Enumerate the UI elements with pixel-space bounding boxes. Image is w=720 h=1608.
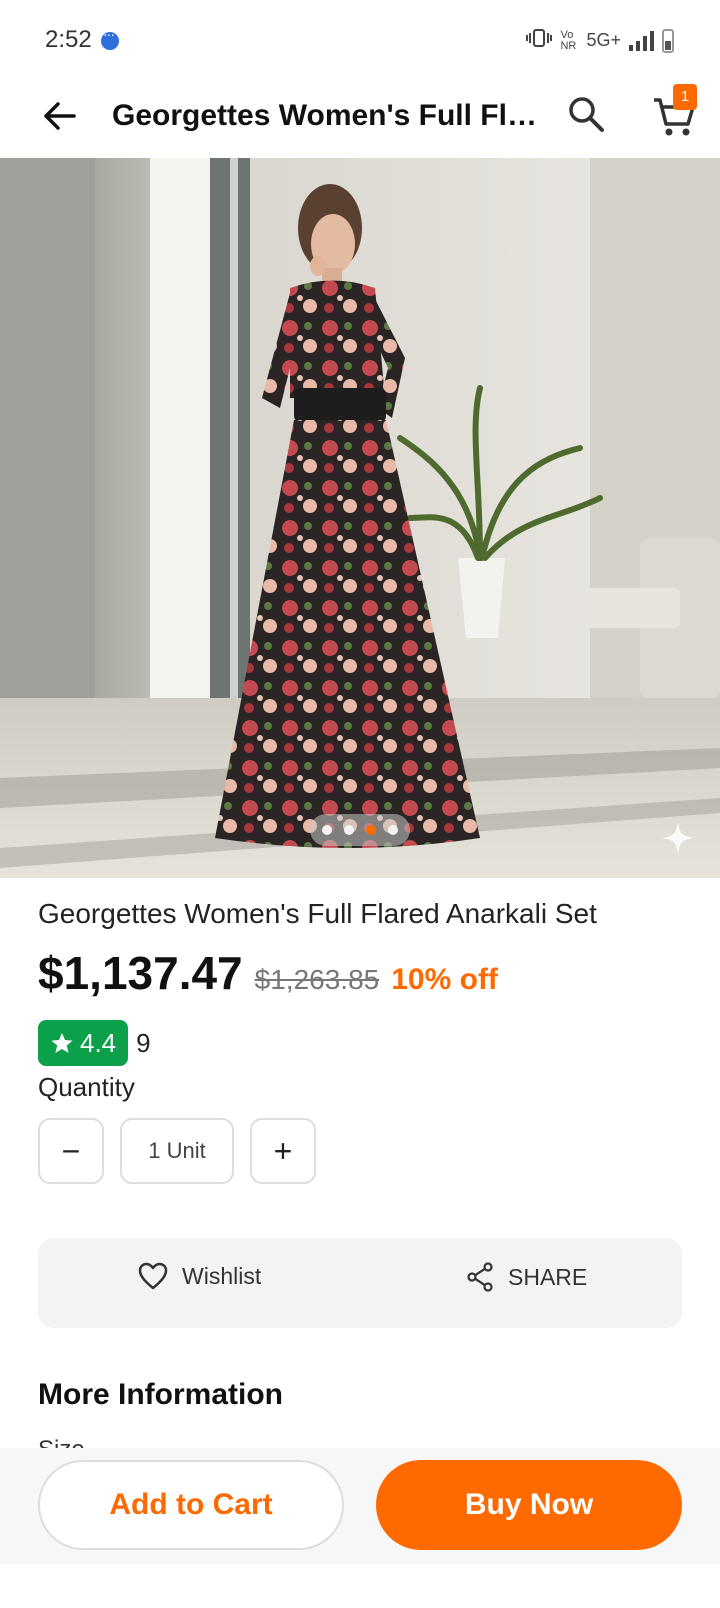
- battery-icon: [662, 28, 674, 53]
- share-label: SHARE: [508, 1263, 588, 1290]
- gallery-dot-active[interactable]: [366, 825, 376, 835]
- wishlist-button[interactable]: Wishlist: [138, 1262, 261, 1290]
- signal-icon: [629, 30, 654, 51]
- volte-label: Vo NR: [560, 28, 577, 52]
- gallery-dot[interactable]: [344, 825, 354, 835]
- vibrate-icon: [526, 28, 553, 53]
- wishlist-label: Wishlist: [182, 1262, 262, 1289]
- more-information-heading: More Information: [38, 1378, 283, 1411]
- bottom-action-bar: Add to Cart Buy Now: [0, 1448, 720, 1564]
- product-image[interactable]: [0, 158, 720, 878]
- messenger-notification-icon: [101, 26, 119, 50]
- size-label: Size: [38, 1436, 85, 1448]
- discount-label: 10% off: [391, 963, 498, 996]
- cart-count-badge: 1: [673, 84, 697, 110]
- gallery-dot[interactable]: [322, 825, 332, 835]
- wishlist-share-bar: Wishlist SHARE: [38, 1238, 682, 1328]
- sparkle-icon: [660, 820, 700, 860]
- product-title: Georgettes Women's Full Flared Anarkali …: [38, 898, 597, 929]
- network-label: 5G+: [586, 30, 621, 50]
- quantity-decrease-button[interactable]: −: [38, 1118, 104, 1184]
- arrow-left-icon: [44, 102, 76, 130]
- heart-icon: [138, 1262, 168, 1290]
- status-time: 2:52: [45, 26, 92, 53]
- add-to-cart-button[interactable]: Add to Cart: [38, 1460, 344, 1550]
- back-button[interactable]: [38, 94, 82, 138]
- rating-value: 4.4: [80, 1027, 117, 1058]
- page-title: Georgettes Women's Full Flared Anarkali …: [112, 99, 542, 132]
- status-icons: Vo NR 5G+: [526, 28, 674, 53]
- product-photo-dress: [0, 158, 720, 878]
- search-icon: [569, 97, 604, 132]
- quantity-value[interactable]: 1 Unit: [120, 1118, 234, 1184]
- app-bar: Georgettes Women's Full Flared Anarkali …: [0, 80, 720, 158]
- gallery-dot[interactable]: [388, 825, 398, 835]
- share-icon: [467, 1262, 493, 1292]
- original-price: $1,263.85: [254, 964, 380, 995]
- gallery-indicator[interactable]: [310, 814, 410, 846]
- buy-now-button[interactable]: Buy Now: [376, 1460, 682, 1550]
- star-icon: [51, 1033, 73, 1053]
- status-bar: 2:52 Vo NR 5G+: [0, 0, 720, 80]
- rating-badge[interactable]: 4.4: [38, 1020, 129, 1066]
- rating-row[interactable]: 4.4 9: [38, 1020, 151, 1066]
- share-button[interactable]: SHARE: [466, 1262, 587, 1292]
- sale-price: $1,137.47: [38, 947, 243, 999]
- search-button[interactable]: [566, 94, 606, 134]
- price-row: $1,137.47 $1,263.85 10% off: [38, 946, 498, 1000]
- quantity-increase-button[interactable]: +: [250, 1118, 316, 1184]
- rating-count: 9: [136, 1027, 151, 1058]
- quantity-label: Quantity: [38, 1072, 135, 1102]
